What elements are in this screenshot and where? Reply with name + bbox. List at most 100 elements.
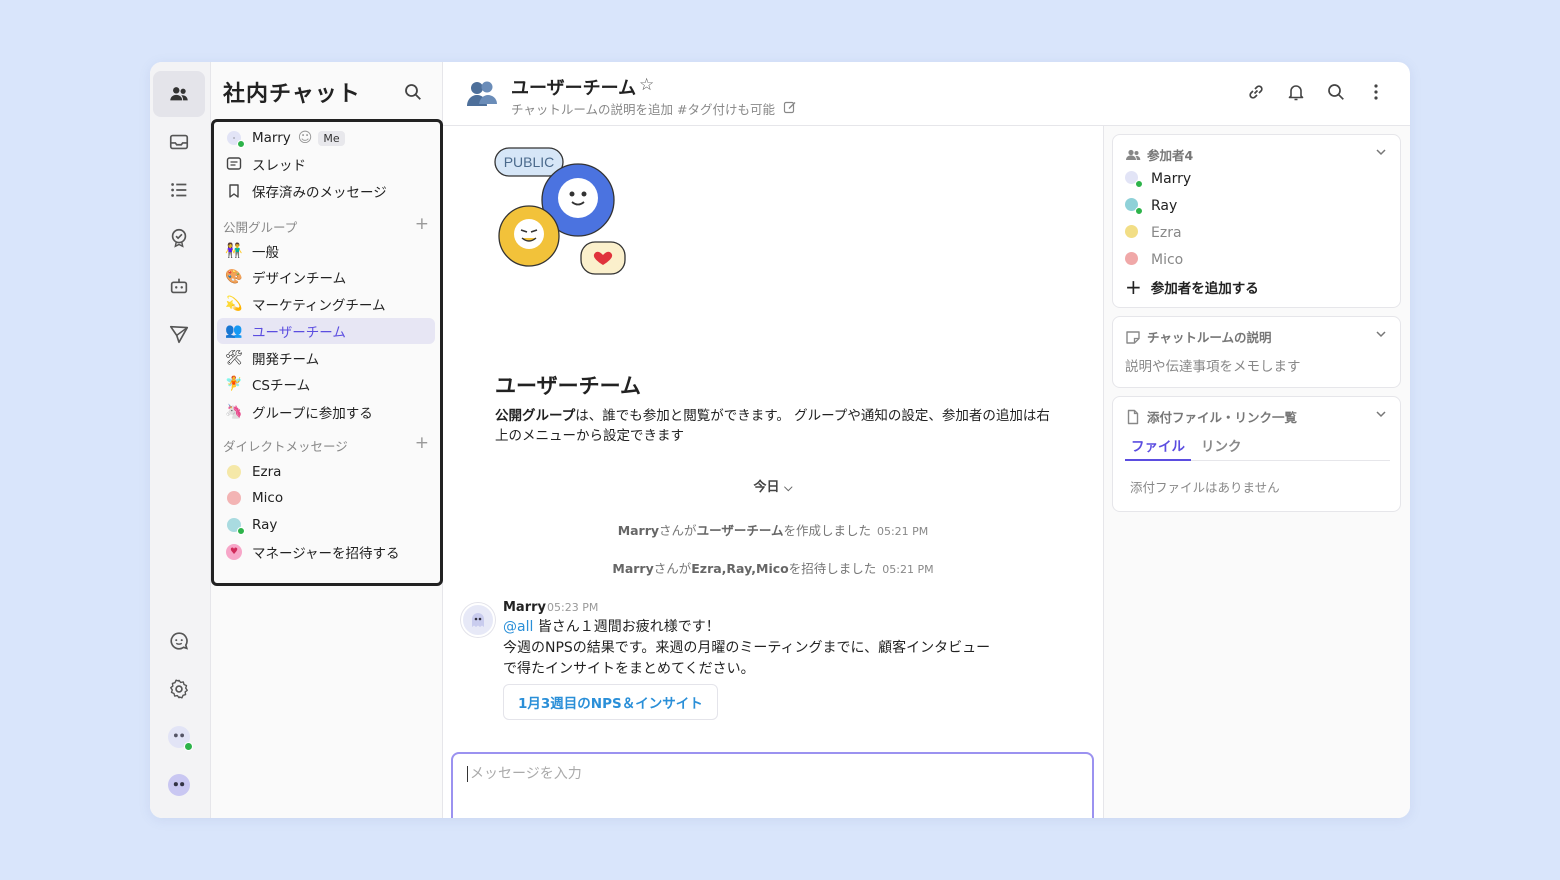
mention-all[interactable]: @all [503,619,533,635]
sys-tail: を作成しました [783,523,871,538]
sidebar-item-label: Marry [252,130,291,146]
public-badge-text: PUBLIC [504,154,555,170]
sidebar-item-label: マーケティングチーム [252,298,386,314]
sys-mid: さんが [659,523,697,538]
robot-icon [170,278,188,294]
sys-mid: さんが [653,561,692,576]
sidebar-item-group[interactable]: 🎨 デザインチーム [217,264,435,290]
rail-approval-button[interactable] [153,215,205,261]
online-indicator [184,742,193,751]
rail-inbox-button[interactable] [153,119,205,165]
rail-bot-button[interactable] [153,263,205,309]
sidebar-item-invite-manager[interactable]: ♥ マネージャーを招待する [217,539,435,565]
avatar[interactable] [461,603,495,637]
sidebar-item-group-active[interactable]: 👥 ユーザーチーム [217,318,435,344]
search-icon[interactable] [403,82,423,102]
bell-icon[interactable] [1286,82,1306,102]
sidebar-item-label: 一般 [252,245,279,261]
app-window: 社内チャット · Marry ☺ Me スレッド 保存済みのメッセージ 公開グル… [150,62,1410,818]
note-icon [1126,330,1140,344]
member-name: Ray [1151,198,1178,214]
online-indicator [237,527,245,535]
sidebar-item-join-group[interactable]: 🦄 グループに参加する [217,399,435,425]
sidebar-item-dm[interactable]: Ray [217,512,435,538]
empty-state-text: 添付ファイルはありません [1130,480,1280,495]
sidebar-item-label: グループに参加する [252,406,373,422]
online-indicator [1135,180,1143,188]
rail-list-button[interactable] [153,167,205,213]
sidebar-item-dm[interactable]: Ezra [217,459,435,485]
message-input[interactable] [467,766,1067,782]
room-description[interactable]: チャットルームの説明を追加 #タグ付けも可能 [511,99,775,118]
edit-icon[interactable] [783,100,797,114]
chevron-down-icon[interactable] [1374,145,1388,159]
message-time: 05:23 PM [547,601,599,614]
status-emoji-icon[interactable]: ☺ [298,130,313,146]
message-author[interactable]: Marry [503,600,546,615]
sidebar-item-dm[interactable]: Mico [217,485,435,511]
tab-files[interactable]: ファイル [1125,435,1191,461]
avatar [168,726,193,751]
message-line: で得たインサイトをまとめてください。 [503,661,755,677]
smile-chat-icon [170,632,189,650]
add-member-button[interactable]: + 参加者を追加する [1125,277,1259,297]
sidebar: 社内チャット · Marry ☺ Me スレッド 保存済みのメッセージ 公開グル… [211,62,443,818]
description-header[interactable]: チャットルームの説明 [1125,327,1272,346]
ghost-face-icon [173,782,185,787]
header-actions [1246,82,1386,102]
inbox-icon [169,134,189,150]
member-item[interactable]: Ray [1125,198,1178,215]
link-icon[interactable] [1246,82,1266,102]
badge-check-icon [171,228,187,248]
sidebar-item-saved[interactable]: 保存済みのメッセージ [217,178,435,204]
sidebar-item-group[interactable]: 💫 マーケティングチーム [217,291,435,317]
thread-icon [225,155,243,173]
member-item[interactable]: Marry [1125,171,1191,188]
search-icon[interactable] [1326,82,1346,102]
member-item[interactable]: Ezra [1125,225,1182,241]
message-link-card[interactable]: 1月3週目のNPS＆インサイト [503,684,718,720]
tab-links[interactable]: リンク [1195,435,1248,461]
attachments-header[interactable]: 添付ファイル・リンク一覧 [1125,407,1297,426]
sidebar-item-label: Ezra [252,464,282,480]
avatar [1125,225,1141,241]
sys-tail: を招待しました [788,561,877,576]
description-text[interactable]: 説明や伝達事項をメモします [1125,355,1301,375]
sidebar-item-label: スレッド [252,158,306,174]
message-composer: ? 送信 [451,752,1094,818]
chevron-down-icon[interactable] [1374,407,1388,421]
add-dm-icon[interactable]: + [415,433,429,453]
system-message: MarryさんがEzra,Ray,Micoを招待しました 05:21 PM [443,558,1103,577]
chat-header: ユーザーチーム ☆ チャットルームの説明を追加 #タグ付けも可能 [443,62,1410,126]
sidebar-item-label: Ray [252,517,278,533]
rail-chat-button[interactable] [153,71,205,117]
list-icon [171,183,187,197]
chevron-down-icon[interactable] [1374,327,1388,341]
sidebar-item-label: ユーザーチーム [252,325,346,341]
rail-feedback-button[interactable] [153,618,205,664]
more-vertical-icon[interactable] [1366,82,1386,102]
avatar [1125,171,1143,188]
member-item[interactable]: Mico [1125,252,1183,268]
avatar [225,516,245,535]
group-users-icon [467,81,497,106]
rail-workspace-avatar[interactable] [153,762,205,808]
paper-plane-icon [169,325,189,344]
sidebar-item-group[interactable]: 🛠 開発チーム [217,345,435,371]
sidebar-item-group[interactable]: 👫 一般 [217,238,435,264]
star-icon[interactable]: ☆ [639,75,654,95]
section-label: ダイレクトメッセージ [223,439,348,454]
add-group-icon[interactable]: + [415,214,429,234]
rail-settings-button[interactable] [153,666,205,712]
section-label: 公開グループ [223,220,298,235]
sidebar-item-threads[interactable]: スレッド [217,151,435,177]
rail-send-button[interactable] [153,311,205,357]
group-emoji-icon: 🦄 [225,404,243,420]
sidebar-item-group[interactable]: 🧚 CSチーム [217,371,435,397]
file-icon [1127,409,1139,424]
sidebar-item-me[interactable]: · Marry ☺ Me [217,125,435,151]
members-header[interactable]: 参加者4 [1125,145,1193,164]
day-divider[interactable]: 今日 ⌵ [443,476,1103,495]
sys-actor: Marry [617,523,660,538]
rail-profile-avatar[interactable] [153,714,205,760]
